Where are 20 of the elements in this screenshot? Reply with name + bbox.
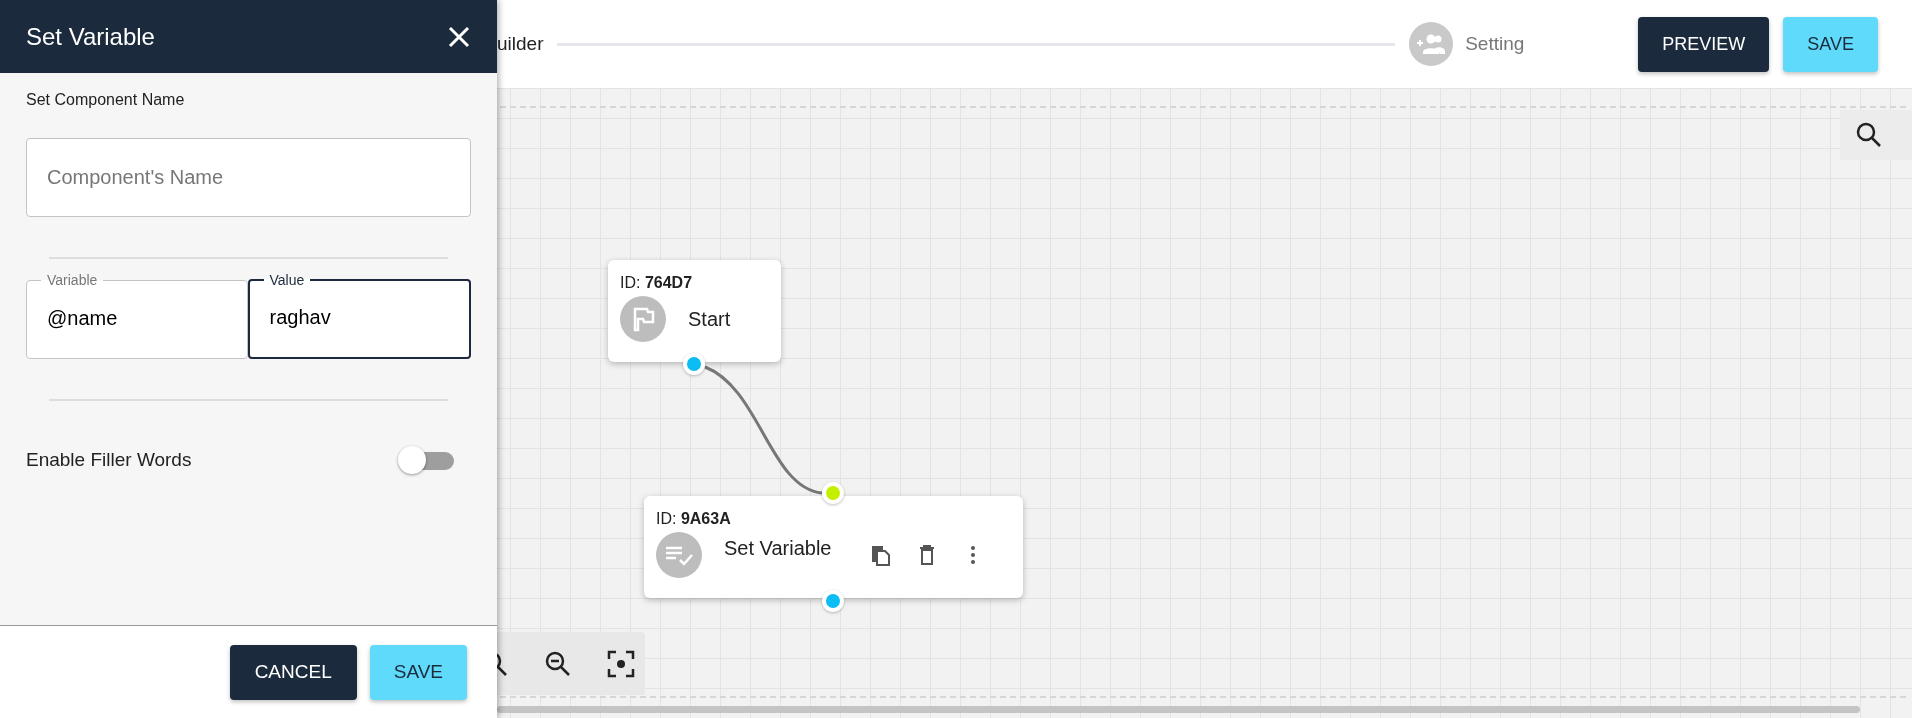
outlined-field[interactable]: Variable @name xyxy=(26,272,248,359)
name-input-field[interactable]: Component's Name xyxy=(26,138,471,217)
header-button[interactable]: SAVE xyxy=(1783,16,1878,72)
flow-node[interactable]: ID: 9A63A Set Variable xyxy=(644,496,1023,598)
footer-button[interactable]: SAVE xyxy=(369,644,467,700)
toggle-label: Enable Filler Words xyxy=(26,449,192,471)
node-id: ID: 9A63A xyxy=(656,510,732,528)
node-id: ID: 764D7 xyxy=(620,274,694,292)
step-label[interactable]: Setting xyxy=(1465,33,1525,55)
field-value-input[interactable]: @name xyxy=(47,306,227,330)
node-title: Set Variable xyxy=(724,536,832,560)
section-label: Set Component Name xyxy=(26,91,186,109)
field-value-input[interactable]: raghav xyxy=(269,306,449,329)
outlined-field[interactable]: Value raghav xyxy=(247,272,471,359)
flow-node[interactable]: ID: 764D7 Start xyxy=(608,260,781,362)
footer-button[interactable]: CANCEL xyxy=(229,644,357,700)
node-title: Start xyxy=(688,307,731,331)
breadcrumb-text: uilder xyxy=(497,33,544,55)
drawer-title: Set Variable xyxy=(26,22,155,51)
header-button[interactable]: PREVIEW xyxy=(1638,16,1770,72)
